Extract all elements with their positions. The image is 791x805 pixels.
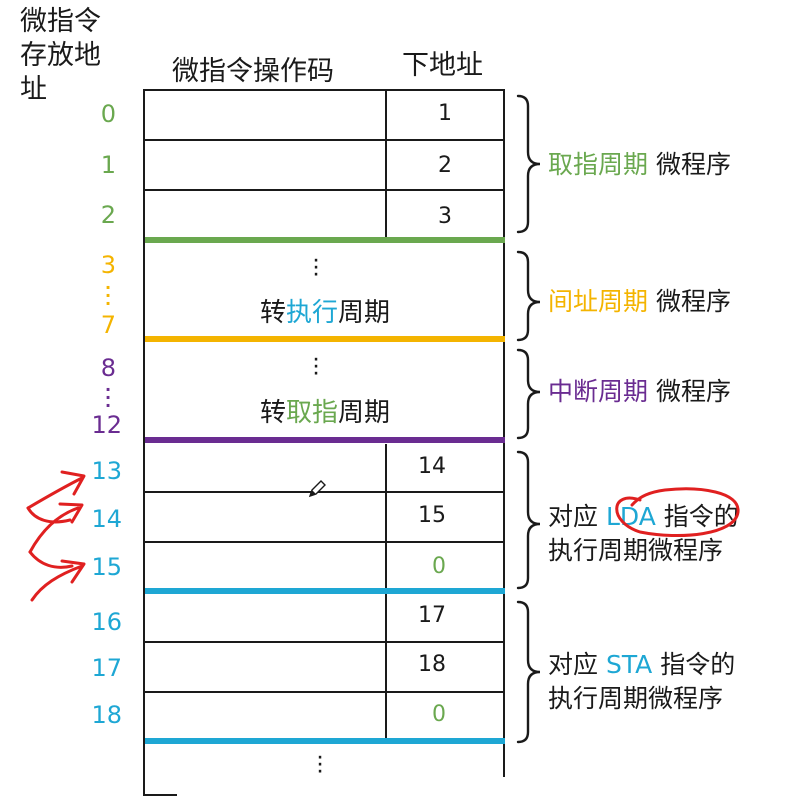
arrow-connector-2 [28, 550, 74, 569]
red-annotations [26, 470, 740, 602]
pencil-cursor-icon [308, 480, 326, 498]
arrow-to-14 [28, 502, 84, 554]
arrow-to-13 [26, 470, 86, 510]
lda-circle-mark [615, 487, 740, 538]
